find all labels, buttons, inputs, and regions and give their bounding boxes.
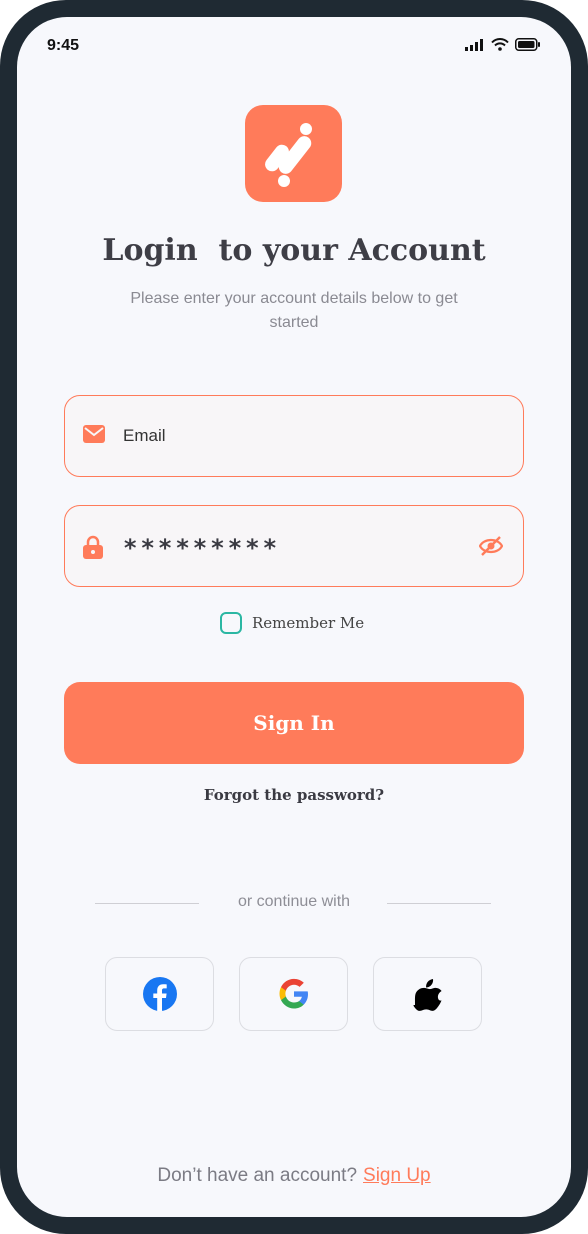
- divider-text: or continue with: [237, 893, 351, 910]
- facebook-login-button[interactable]: [105, 957, 214, 1031]
- divider-right: [387, 903, 491, 904]
- email-field[interactable]: [64, 395, 524, 477]
- google-login-button[interactable]: [239, 957, 348, 1031]
- screen: 9:45 Login to your Account Please enter …: [17, 17, 571, 1217]
- eye-off-icon[interactable]: [479, 535, 503, 557]
- apple-login-button[interactable]: [373, 957, 482, 1031]
- lock-icon: [83, 535, 103, 559]
- apple-icon: [412, 979, 442, 1011]
- status-time: 9:45: [47, 37, 80, 54]
- logo-mark-icon: [264, 122, 312, 187]
- remember-label: Remember Me: [252, 614, 365, 632]
- password-field[interactable]: *********: [64, 505, 524, 587]
- signal-icon: [465, 38, 483, 51]
- page-subtitle: Please enter your account details below …: [130, 290, 458, 331]
- page-title: Login to your Account: [102, 233, 486, 268]
- battery-icon: [515, 38, 540, 51]
- facebook-icon: [142, 977, 177, 1011]
- signup-prompt: Don’t have an account? Sign Up: [17, 1165, 571, 1187]
- app-logo: [245, 105, 342, 202]
- sign-up-link[interactable]: Sign Up: [363, 1165, 431, 1186]
- signup-prompt-text: Don’t have an account?: [157, 1165, 358, 1186]
- wifi-icon: [491, 38, 509, 51]
- status-icons: [465, 38, 541, 51]
- forgot-password-link[interactable]: Forgot the password?: [17, 786, 571, 804]
- remember-checkbox[interactable]: [220, 612, 242, 634]
- envelope-icon: [83, 425, 105, 443]
- google-icon: [279, 978, 308, 1009]
- sign-in-button[interactable]: Sign In: [64, 682, 524, 764]
- remember-me[interactable]: Remember Me: [220, 612, 364, 634]
- password-input[interactable]: *********: [123, 534, 280, 562]
- email-input[interactable]: [123, 396, 463, 475]
- phone-frame: 9:45 Login to your Account Please enter …: [0, 0, 588, 1234]
